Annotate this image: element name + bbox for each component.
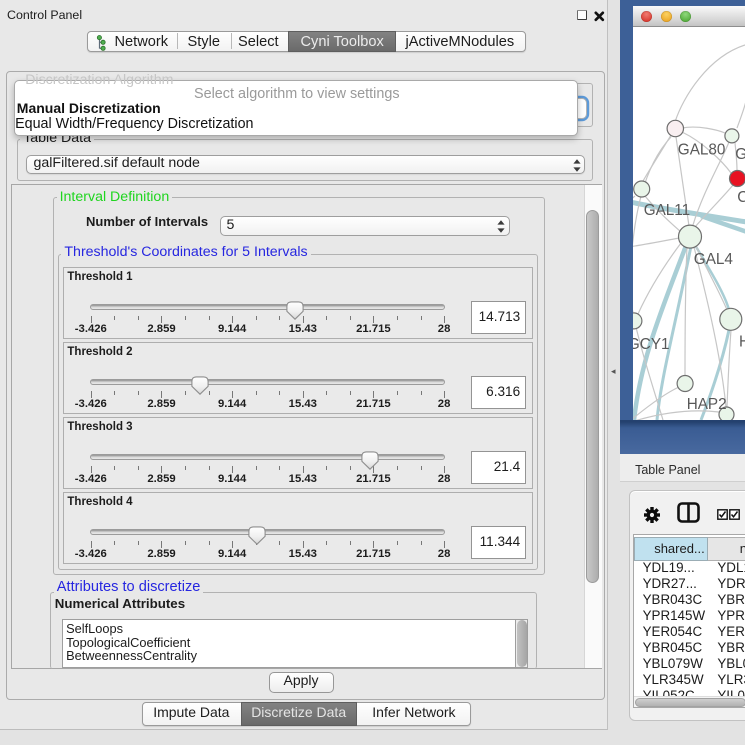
svg-text:GAL80: GAL80	[677, 142, 725, 159]
svg-text:GAL11: GAL11	[643, 202, 690, 219]
svg-text:H: H	[739, 334, 745, 351]
svg-text:GAL4: GAL4	[693, 251, 733, 268]
svg-text:C: C	[737, 189, 745, 206]
svg-text:GCY1: GCY1	[633, 336, 670, 353]
svg-text:HAP2: HAP2	[686, 396, 726, 413]
svg-text:GA: GA	[735, 146, 745, 163]
